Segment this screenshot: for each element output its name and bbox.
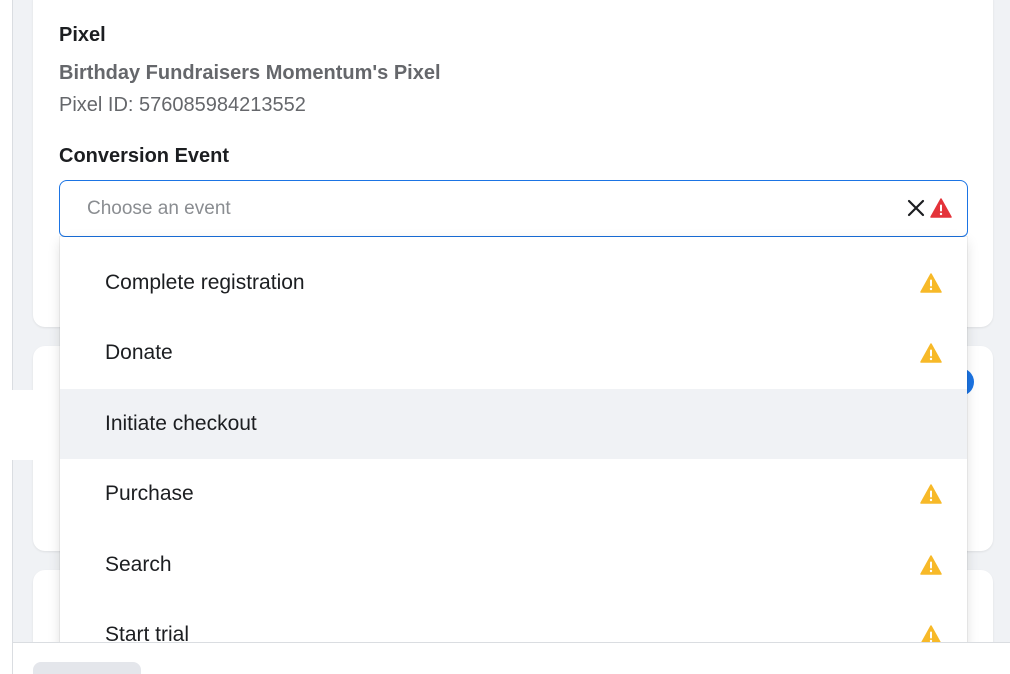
page: Pixel Birthday Fundraisers Momentum's Pi… bbox=[0, 0, 1010, 674]
option-donate[interactable]: Donate bbox=[60, 318, 967, 388]
pixel-id: Pixel ID: 576085984213552 bbox=[59, 94, 306, 116]
warning-icon bbox=[920, 273, 942, 293]
warning-icon bbox=[920, 343, 942, 363]
option-label: Initiate checkout bbox=[105, 412, 257, 435]
conversion-event-heading: Conversion Event bbox=[59, 145, 230, 167]
footer-bar bbox=[13, 642, 1010, 674]
warning-icon bbox=[920, 555, 942, 575]
pixel-name: Birthday Fundraisers Momentum's Pixel bbox=[59, 62, 441, 84]
footer-button[interactable] bbox=[33, 662, 141, 674]
side-pointer bbox=[12, 390, 50, 460]
option-search[interactable]: Search bbox=[60, 530, 967, 600]
pixel-heading: Pixel bbox=[59, 24, 106, 46]
conversion-event-select[interactable] bbox=[59, 180, 968, 237]
option-complete-registration[interactable]: Complete registration bbox=[60, 248, 967, 318]
option-label: Complete registration bbox=[105, 271, 305, 294]
alert-triangle-icon bbox=[930, 198, 952, 218]
warning-icon bbox=[920, 484, 942, 504]
close-icon[interactable] bbox=[905, 197, 927, 219]
conversion-event-dropdown: Complete registration Donate Initiate ch… bbox=[60, 237, 967, 657]
option-label: Search bbox=[105, 553, 172, 576]
left-sidebar-edge bbox=[0, 0, 13, 674]
option-label: Purchase bbox=[105, 482, 194, 505]
option-purchase[interactable]: Purchase bbox=[60, 459, 967, 529]
conversion-event-input[interactable] bbox=[60, 181, 880, 236]
option-label: Donate bbox=[105, 341, 173, 364]
option-initiate-checkout[interactable]: Initiate checkout bbox=[60, 389, 967, 459]
